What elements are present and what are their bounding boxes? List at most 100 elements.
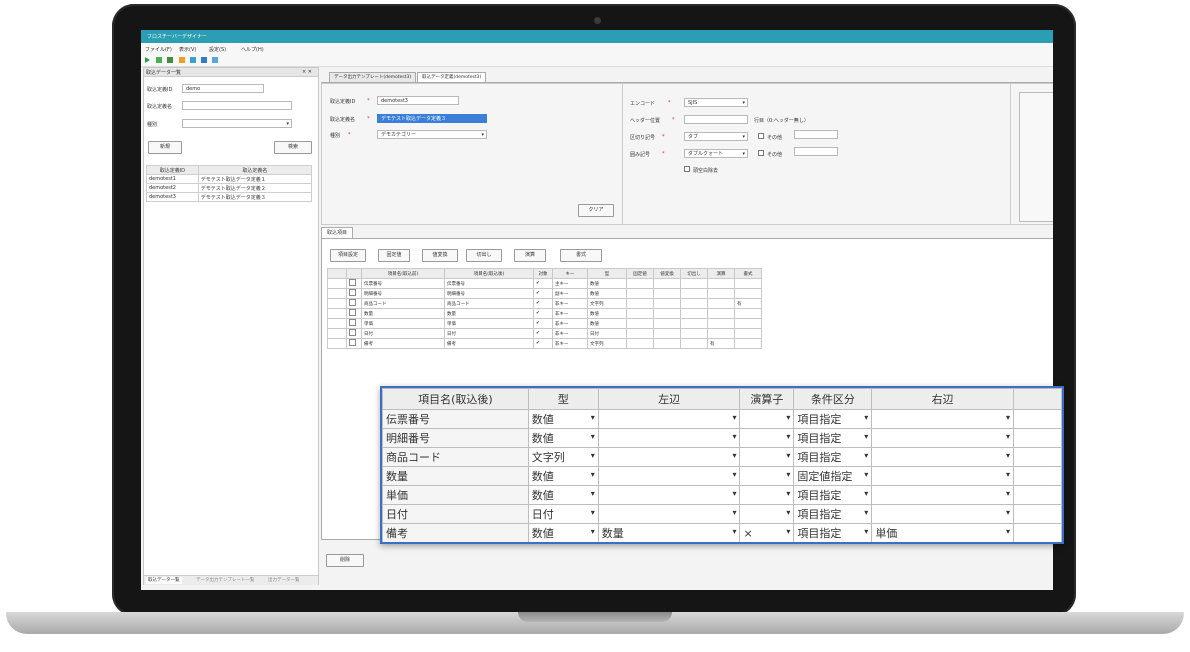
dropdown-arrow-icon[interactable]: ▾ (786, 413, 790, 422)
grid-cell[interactable] (626, 298, 654, 309)
table-row[interactable]: 明細番号 明細番号 ✔ 副キー 数値 (327, 288, 762, 299)
grid-col-target[interactable]: 対象 (533, 268, 553, 279)
grid-cell[interactable]: 備考 (444, 338, 534, 349)
zcol-name[interactable]: 項目名(取込後) (382, 388, 529, 410)
grid-col-fixed[interactable]: 固定値 (626, 268, 654, 279)
grid-cell[interactable]: ✔ (533, 278, 553, 289)
dropdown-arrow-icon[interactable]: ▾ (732, 508, 736, 517)
grid-col-before[interactable]: 項目名(取込前) (361, 268, 445, 279)
dropdown-arrow-icon[interactable]: ▾ (786, 508, 790, 517)
dropdown-arrow-icon[interactable]: ▾ (1006, 451, 1010, 460)
grid-cell[interactable]: 明細番号 (361, 288, 445, 299)
grid-cell[interactable]: 商品コード (444, 298, 534, 309)
grid-cell[interactable]: 数値 (587, 318, 627, 329)
grid-cell[interactable] (680, 288, 708, 299)
table-row[interactable]: 日付 日付 ▾ ▾ ▾ 項目指定 ▾ ▾ (382, 504, 1062, 524)
table-row[interactable]: 備考 備考 ✔ 非キー 文字列有 (327, 338, 762, 349)
grid-cell[interactable] (626, 318, 654, 329)
dropdown-arrow-icon[interactable]: ▾ (864, 527, 868, 536)
grid-cell[interactable] (707, 278, 735, 289)
name-input[interactable] (182, 101, 292, 110)
grid-cell[interactable] (734, 308, 762, 319)
cell-op[interactable]: ▾ (739, 504, 795, 524)
table-row[interactable]: 伝票番号 数値 ▾ ▾ ▾ 項目指定 ▾ ▾ (382, 409, 1062, 429)
grid-cell[interactable] (680, 278, 708, 289)
grid-cell[interactable] (626, 338, 654, 349)
cell-type[interactable]: 数値 ▾ (527, 466, 599, 486)
grid-cell[interactable] (707, 288, 735, 299)
table-icon[interactable] (167, 57, 173, 63)
dropdown-arrow-icon[interactable]: ▾ (786, 489, 790, 498)
table-row[interactable]: 備考 数値 ▾ 数量 ▾ × ▾ 項目指定 ▾ 単価 ▾ (382, 523, 1062, 542)
grid-cell[interactable]: 日付 (444, 328, 534, 339)
grid-cell[interactable]: 数値 (587, 278, 627, 289)
cell-cond[interactable]: 項目指定 ▾ (793, 523, 873, 542)
dropdown-arrow-icon[interactable]: ▾ (864, 432, 868, 441)
grid-cell[interactable] (707, 308, 735, 319)
checkbox-icon[interactable] (349, 289, 356, 296)
grid-cell[interactable]: 非キー (552, 328, 588, 339)
form-name-input[interactable]: デモテスト取込データ定義３ (377, 114, 487, 123)
cell-type[interactable]: 数値 ▾ (527, 428, 599, 448)
grid-cell[interactable] (626, 288, 654, 299)
table-row[interactable]: demotest3 デモテスト取込データ定義３ (146, 192, 313, 202)
cell-cond[interactable]: 項目指定 ▾ (793, 428, 873, 448)
cell-right[interactable]: ▾ (871, 428, 1015, 448)
tab-import-definition[interactable]: 取込データ定義(demotest3) (417, 72, 487, 82)
grid-cell[interactable] (653, 328, 681, 339)
id-input[interactable]: demo (182, 84, 264, 93)
grid-cell[interactable] (653, 288, 681, 299)
dropdown-arrow-icon[interactable]: ▾ (786, 470, 790, 479)
extract-button[interactable]: 切出し (466, 249, 502, 262)
grid-cell[interactable] (707, 328, 735, 339)
dropdown-arrow-icon[interactable]: ▾ (786, 527, 790, 536)
dropdown-arrow-icon[interactable]: ▾ (1006, 432, 1010, 441)
cell-right[interactable]: ▾ (871, 447, 1015, 467)
upload-icon[interactable] (201, 57, 207, 63)
table-row[interactable]: 日付 日付 ✔ 非キー 日付 (327, 328, 762, 339)
cell-cond[interactable]: 項目指定 ▾ (793, 447, 873, 467)
cell-right[interactable]: ▾ (871, 504, 1015, 524)
new-button[interactable]: 新規 (148, 141, 182, 154)
zcol-right[interactable]: 右辺 (871, 388, 1015, 410)
cell-right[interactable]: ▾ (871, 466, 1015, 486)
cell-cond[interactable]: 固定値指定 ▾ (793, 466, 873, 486)
cell-type[interactable]: 数値 ▾ (527, 485, 599, 505)
grid-cell[interactable]: 備考 (361, 338, 445, 349)
refresh-icon[interactable] (156, 57, 162, 63)
cell-left[interactable]: ▾ (597, 409, 741, 429)
fixed-value-button[interactable]: 固定値 (378, 249, 410, 262)
checkbox-icon[interactable] (349, 309, 356, 316)
table-row[interactable]: 数量 数量 ✔ 非キー 数値 (327, 308, 762, 319)
cell-op[interactable]: ▾ (739, 428, 795, 448)
cell-op[interactable]: ▾ (739, 466, 795, 486)
grid-cell[interactable]: 副キー (552, 288, 588, 299)
grid-cell[interactable] (653, 298, 681, 309)
grid-cell[interactable]: 非キー (552, 338, 588, 349)
dropdown-arrow-icon[interactable]: ▾ (732, 489, 736, 498)
table-row[interactable]: 明細番号 数値 ▾ ▾ ▾ 項目指定 ▾ ▾ (382, 428, 1062, 448)
cell-right[interactable]: 単価 ▾ (871, 523, 1015, 542)
grid-cell[interactable]: 伝票番号 (444, 278, 534, 289)
zcol-left[interactable]: 左辺 (597, 388, 741, 410)
grid-cell[interactable] (680, 328, 708, 339)
grid-cell[interactable]: 主キー (552, 278, 588, 289)
cell-right[interactable]: ▾ (871, 409, 1015, 429)
cell-left[interactable]: ▾ (597, 466, 741, 486)
grid-cell[interactable]: 文字列 (587, 338, 627, 349)
grid-cell[interactable] (653, 278, 681, 289)
grid-col-after[interactable]: 項目名(取込後) (444, 268, 534, 279)
export-icon[interactable] (190, 57, 196, 63)
value-convert-button[interactable]: 値変換 (422, 249, 458, 262)
tab-import-list[interactable]: 取込データ一覧 (146, 577, 182, 584)
grid-cell[interactable] (680, 318, 708, 329)
grid-cell[interactable]: 数値 (587, 308, 627, 319)
other-quote-checkbox[interactable] (758, 150, 764, 156)
grid-cell[interactable] (680, 308, 708, 319)
grid-cell[interactable]: 日付 (587, 328, 627, 339)
dropdown-arrow-icon[interactable]: ▾ (1006, 508, 1010, 517)
cell-left[interactable]: ▾ (597, 428, 741, 448)
header-input[interactable] (684, 115, 748, 124)
dropdown-arrow-icon[interactable]: ▾ (591, 489, 595, 498)
grid-cell[interactable] (680, 338, 708, 349)
